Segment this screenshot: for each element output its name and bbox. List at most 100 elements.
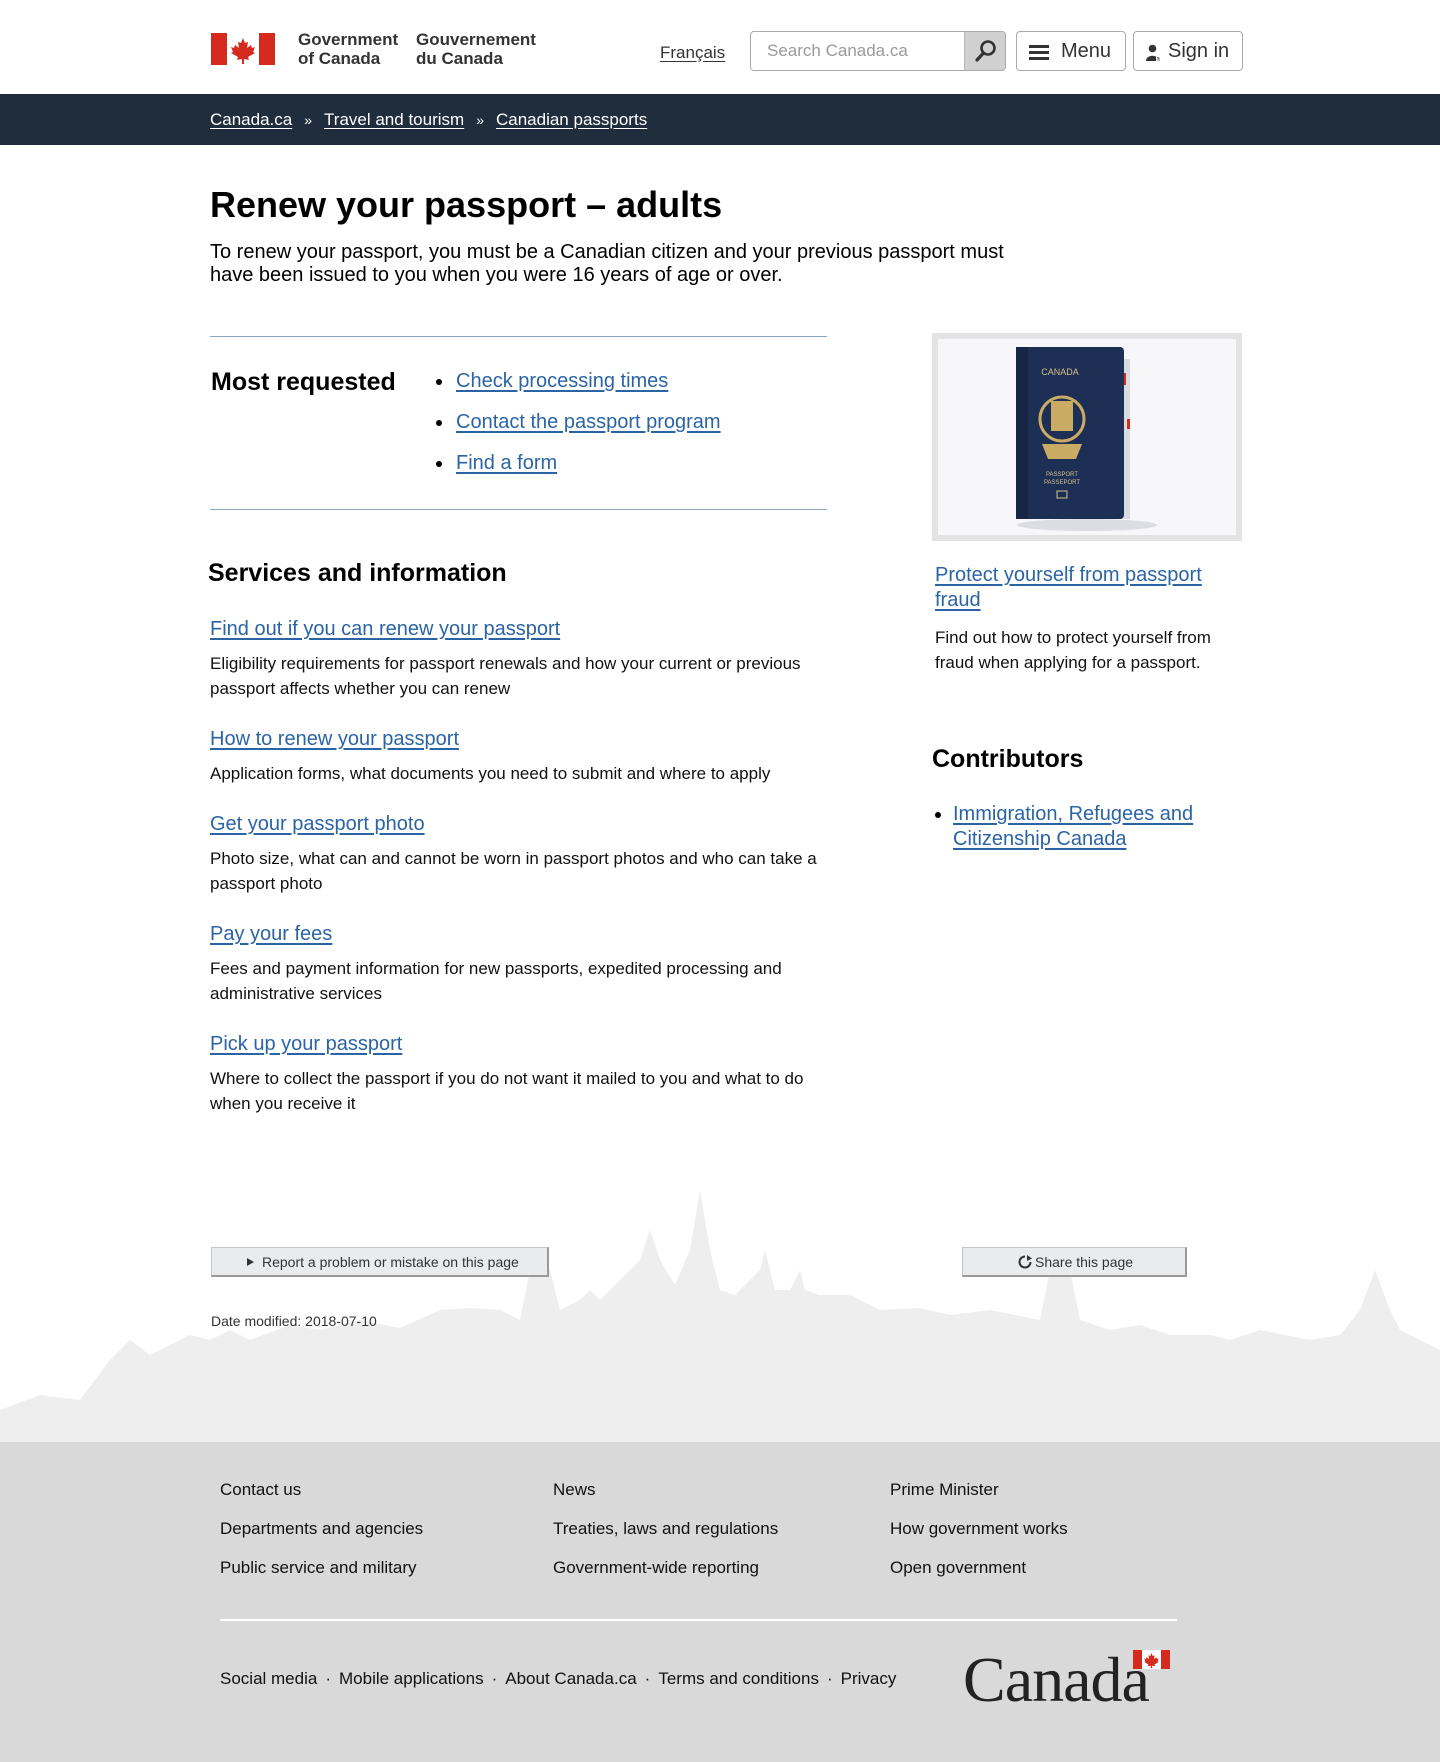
service-link-passport-photo[interactable]: Get your passport photo: [210, 813, 425, 835]
divider-top: [210, 336, 827, 337]
goc-signature-fr[interactable]: Gouvernement du Canada: [416, 30, 536, 68]
footer-link-public-service[interactable]: Public service and military: [220, 1558, 417, 1577]
svg-text:PASSPORT: PASSPORT: [1046, 472, 1078, 478]
service-description: Eligibility requirements for passport re…: [210, 654, 801, 698]
canada-flag-icon[interactable]: [211, 33, 275, 65]
footer-link-about[interactable]: About Canada.ca: [505, 1669, 636, 1688]
list-item: Find a form: [436, 452, 721, 493]
service-description: Photo size, what can and cannot be worn …: [210, 849, 817, 893]
menu-label: Menu: [1061, 40, 1112, 62]
search-button[interactable]: [964, 32, 1005, 70]
canada-wordmark: Canada: [963, 1644, 1178, 1715]
sign-in-button[interactable]: a Sign in: [1133, 31, 1243, 71]
service-link-pay-fees[interactable]: Pay your fees: [210, 923, 332, 945]
report-problem-button[interactable]: Report a problem or mistake on this page: [211, 1247, 549, 1277]
menu-button[interactable]: Menu: [1016, 31, 1126, 71]
report-problem-label: Report a problem or mistake on this page: [262, 1254, 519, 1270]
list-item: Check processing times: [436, 370, 721, 411]
canada-flag-icon: [1133, 1650, 1170, 1669]
breadcrumb-separator: »: [304, 112, 313, 128]
footer-link-privacy[interactable]: Privacy: [841, 1669, 897, 1688]
passport-fraud-link[interactable]: Protect yourself from passport fraud: [935, 563, 1225, 613]
goc-en-line1: Government: [298, 30, 399, 49]
search-icon: [975, 40, 996, 62]
svg-text:PASSEPORT: PASSEPORT: [1044, 480, 1080, 486]
footer-separator: ·: [826, 1669, 833, 1688]
services-heading: Services and information: [208, 559, 507, 587]
list-item: Immigration, Refugees and Citizenship Ca…: [935, 802, 1195, 852]
service-description: Where to collect the passport if you do …: [210, 1069, 804, 1113]
footer-separator: ·: [644, 1669, 651, 1688]
footer-separator: ·: [491, 1669, 498, 1688]
footer-link-terms[interactable]: Terms and conditions: [658, 1669, 819, 1688]
user-icon: a: [1146, 44, 1162, 61]
footer-link-prime-minister[interactable]: Prime Minister: [890, 1480, 999, 1499]
service-link-renew-eligibility[interactable]: Find out if you can renew your passport: [210, 618, 560, 640]
language-toggle-link[interactable]: Français: [660, 43, 725, 63]
menu-icon: [1029, 45, 1049, 60]
contributors-list: Immigration, Refugees and Citizenship Ca…: [935, 802, 1195, 852]
most-requested-heading: Most requested: [211, 368, 396, 396]
search-box: [750, 31, 1006, 71]
goc-en-line2: of Canada: [298, 49, 381, 68]
footer-link-reporting[interactable]: Government-wide reporting: [553, 1558, 759, 1577]
goc-fr-line2: du Canada: [416, 49, 503, 68]
page-title: Renew your passport – adults: [210, 184, 723, 225]
footer-link-how-government-works[interactable]: How government works: [890, 1519, 1068, 1538]
service-item: Pick up your passport Where to collect t…: [210, 1032, 830, 1116]
goc-fr-line1: Gouvernement: [416, 30, 536, 49]
svg-text:CANADA: CANADA: [1041, 367, 1079, 377]
page-intro: To renew your passport, you must be a Ca…: [210, 241, 1004, 286]
share-page-button[interactable]: Share this page: [962, 1247, 1187, 1277]
date-modified: Date modified: 2018-07-10: [211, 1313, 377, 1329]
check-processing-times-link[interactable]: Check processing times: [456, 370, 668, 392]
service-link-how-to-renew[interactable]: How to renew your passport: [210, 728, 459, 750]
passport-image[interactable]: CANADA PASSPORT PASSEPORT: [932, 333, 1242, 541]
footer-link-treaties[interactable]: Treaties, laws and regulations: [553, 1519, 778, 1538]
footer-link-news[interactable]: News: [553, 1480, 596, 1499]
breadcrumb-canadian-passports[interactable]: Canadian passports: [496, 110, 647, 129]
service-description: Fees and payment information for new pas…: [210, 959, 782, 1003]
service-item: Pay your fees Fees and payment informati…: [210, 922, 830, 1006]
search-input[interactable]: [751, 32, 967, 70]
footer-link-mobile-apps[interactable]: Mobile applications: [339, 1669, 484, 1688]
footer-column-2: News Treaties, laws and regulations Gove…: [553, 1480, 778, 1597]
breadcrumb-travel-tourism[interactable]: Travel and tourism: [324, 110, 464, 129]
footer-column-3: Prime Minister How government works Open…: [890, 1480, 1068, 1597]
wordmark-text: Canada: [963, 1644, 1150, 1715]
service-item: How to renew your passport Application f…: [210, 727, 830, 786]
footer-link-social-media[interactable]: Social media: [220, 1669, 317, 1688]
breadcrumb-canada-ca[interactable]: Canada.ca: [210, 110, 292, 129]
share-page-label: Share this page: [1035, 1254, 1134, 1270]
goc-signature-en[interactable]: Government of Canada: [298, 30, 398, 68]
service-item: Get your passport photo Photo size, what…: [210, 812, 830, 896]
footer-divider: [220, 1619, 1177, 1621]
footer-column-1: Contact us Departments and agencies Publ…: [220, 1480, 423, 1597]
breadcrumb-bar: Canada.ca » Travel and tourism » Canadian pa…: [0, 94, 1440, 145]
share-icon: [1018, 1255, 1032, 1269]
footer-link-contact-us[interactable]: Contact us: [220, 1480, 301, 1499]
breadcrumb: Canada.ca » Travel and tourism » Canadian pa…: [210, 110, 647, 130]
find-a-form-link[interactable]: Find a form: [456, 452, 557, 474]
contact-passport-program-link[interactable]: Contact the passport program: [456, 411, 721, 433]
site-header: Government of Canada Gouvernement du Can…: [0, 0, 1440, 94]
divider-bottom: [210, 509, 827, 510]
play-triangle-icon: [247, 1258, 254, 1266]
footer-link-open-government[interactable]: Open government: [890, 1558, 1026, 1577]
service-description: Application forms, what documents you ne…: [210, 764, 771, 783]
footer-bottom-links: Social media · Mobile applications · About C…: [220, 1669, 896, 1689]
service-link-pick-up[interactable]: Pick up your passport: [210, 1033, 402, 1055]
contributors-heading: Contributors: [932, 745, 1084, 773]
breadcrumb-separator: »: [476, 112, 484, 128]
service-item: Find out if you can renew your passport …: [210, 617, 830, 701]
passport-illustration: CANADA PASSPORT PASSEPORT: [1016, 347, 1157, 531]
most-requested-list: Check processing times Contact the passp…: [436, 370, 721, 493]
passport-fraud-description: Find out how to protect yourself from fr…: [935, 628, 1211, 672]
list-item: Contact the passport program: [436, 411, 721, 452]
footer-link-departments[interactable]: Departments and agencies: [220, 1519, 423, 1538]
sign-in-label: Sign in: [1168, 40, 1230, 62]
site-footer: Contact us Departments and agencies Publ…: [0, 1442, 1440, 1762]
footer-separator: ·: [325, 1669, 331, 1688]
ircc-link[interactable]: Immigration, Refugees and Citizenship Ca…: [953, 803, 1193, 850]
page: Government of Canada Gouvernement du Can…: [0, 0, 1440, 1762]
